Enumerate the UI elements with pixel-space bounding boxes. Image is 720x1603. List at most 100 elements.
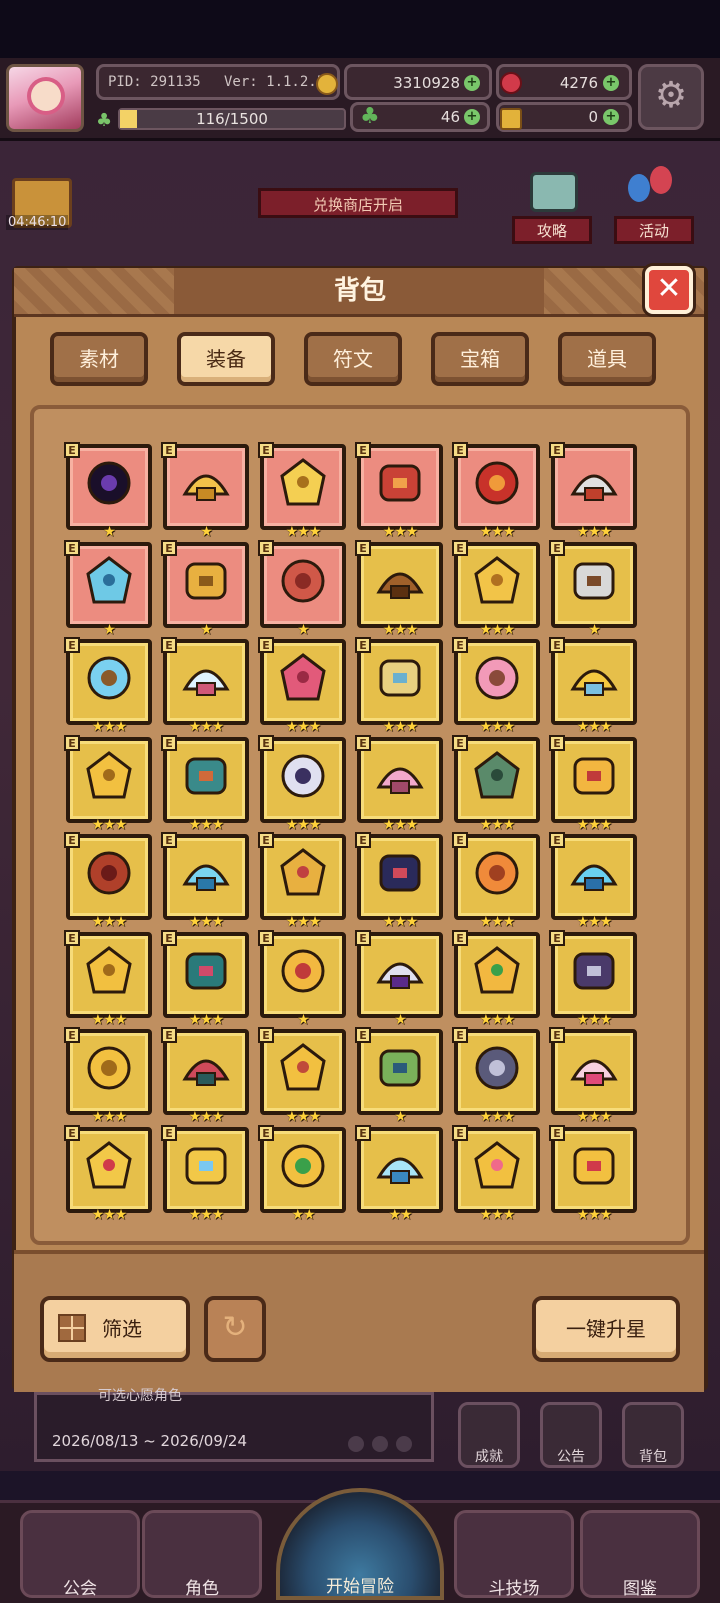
battle-axe-icon (570, 474, 618, 502)
equipment-slot[interactable]: E ★ (258, 540, 346, 638)
filter-button[interactable]: 筛选 (40, 1296, 190, 1362)
status-bar-area (0, 0, 720, 58)
equipment-slot[interactable]: E ★ (161, 540, 249, 638)
equipment-slot[interactable]: E ★★★ (161, 930, 249, 1028)
equipment-slot[interactable]: E ★★★ (452, 1125, 540, 1223)
key-icon (500, 108, 522, 130)
gold-crown-icon (570, 669, 618, 697)
crystal-wand-icon (182, 669, 230, 697)
exchange-shop-banner[interactable]: 兑换商店开启 (258, 188, 458, 218)
star-rating: ★★★ (576, 1207, 613, 1223)
star-rating: ★★★ (285, 524, 322, 540)
equipment-slot[interactable]: E ★★★ (549, 1027, 637, 1125)
star-rating: ★ (394, 1109, 407, 1125)
red-armor-icon (87, 851, 131, 895)
equipment-slot[interactable]: E ★★★ (549, 442, 637, 540)
star-rating: ★★★ (576, 914, 613, 930)
equipment-slot[interactable]: E ★★★ (161, 637, 249, 735)
add-clover-icon[interactable]: + (464, 109, 480, 125)
grid-filter-icon (58, 1314, 86, 1342)
equipment-slot[interactable]: E ★★★ (355, 442, 443, 540)
equipment-slot[interactable]: E ★ (549, 540, 637, 638)
winged-helm-icon (281, 754, 325, 798)
star-rating: ★★★ (479, 524, 516, 540)
star-rating: ★ (394, 1012, 407, 1028)
event-card[interactable] (34, 1392, 434, 1462)
iron-boots-icon (475, 1046, 519, 1090)
key-amount: 0 (588, 108, 598, 126)
equipment-slot[interactable]: E ★★★ (452, 637, 540, 735)
settings-gear-icon[interactable]: ⚙ (638, 64, 704, 130)
equipment-slot[interactable]: E ★★★ (355, 637, 443, 735)
star-rating: ★★★ (576, 719, 613, 735)
equipment-slot[interactable]: E ★★★ (64, 637, 152, 735)
close-icon[interactable]: ✕ (645, 266, 693, 314)
add-gem-icon[interactable]: + (603, 75, 619, 91)
equip-tag: E (161, 1027, 177, 1043)
star-rating: ★★★ (188, 914, 225, 930)
add-key-icon[interactable]: + (603, 109, 619, 125)
bag-side-label: 背包 (639, 1449, 667, 1465)
equipment-slot[interactable]: E ★★ (355, 1125, 443, 1223)
tab-items[interactable]: 道具 (558, 332, 656, 386)
player-avatar[interactable] (6, 64, 84, 132)
equipment-slot[interactable]: E ★★★ (258, 442, 346, 540)
equipment-slot[interactable]: E ★★★ (452, 832, 540, 930)
star-rating: ★★★ (91, 719, 128, 735)
equipment-slot[interactable]: E ★★★ (161, 1027, 249, 1125)
equipment-slot[interactable]: E ★★★ (161, 1125, 249, 1223)
equipment-slot[interactable]: E ★★★ (355, 832, 443, 930)
tab-chests[interactable]: 宝箱 (431, 332, 529, 386)
add-gold-icon[interactable]: + (464, 75, 480, 91)
balloon-icon (628, 174, 650, 202)
equipment-slot[interactable]: E ★★★ (258, 1027, 346, 1125)
equipment-slot[interactable]: E ★★★ (258, 637, 346, 735)
equipment-slot[interactable]: E ★ (355, 1027, 443, 1125)
equipment-slot[interactable]: E ★ (258, 930, 346, 1028)
equipment-slot[interactable]: E ★★★ (549, 1125, 637, 1223)
equipment-slot[interactable]: E ★★★ (64, 735, 152, 833)
equipment-slot[interactable]: E ★★★ (452, 930, 540, 1028)
equipment-slot[interactable]: E ★★★ (549, 735, 637, 833)
equipment-slot[interactable]: E ★ (64, 442, 152, 540)
equip-tag: E (355, 735, 371, 751)
refresh-icon[interactable]: ↻ (204, 1296, 266, 1362)
version-text: Ver: 1.1.2.5 (224, 74, 326, 90)
tab-runes[interactable]: 符文 (304, 332, 402, 386)
equipment-slot[interactable]: E ★★★ (258, 735, 346, 833)
activity-button[interactable]: 活动 (614, 216, 694, 244)
equip-tag: E (549, 637, 565, 653)
equipment-slot[interactable]: E ★★★ (355, 735, 443, 833)
one-click-star-up-button[interactable]: 一键升星 (532, 1296, 680, 1362)
equipment-slot[interactable]: E ★★★ (161, 735, 249, 833)
equipment-slot[interactable]: E ★ (161, 442, 249, 540)
strategy-button[interactable]: 攻略 (512, 216, 592, 244)
achievement-label: 成就 (475, 1449, 503, 1465)
equipment-slot[interactable]: E ★★★ (64, 832, 152, 930)
equipment-slot[interactable]: E ★★★ (549, 930, 637, 1028)
equip-tag: E (452, 637, 468, 653)
equip-tag: E (258, 832, 274, 848)
equipment-slot[interactable]: E ★★★ (452, 442, 540, 540)
equipment-slot[interactable]: E ★★★ (64, 1125, 152, 1223)
tab-equipment[interactable]: 装备 (177, 332, 275, 386)
equipment-slot[interactable]: E ★★★ (549, 637, 637, 735)
equipment-slot[interactable]: E ★★★ (549, 832, 637, 930)
equipment-slot[interactable]: E ★★★ (452, 1027, 540, 1125)
gold-belt-icon (86, 946, 132, 994)
equip-tag: E (64, 930, 80, 946)
equipment-slot[interactable]: E ★★★ (258, 832, 346, 930)
equipment-slot[interactable]: E ★★★ (355, 540, 443, 638)
star-rating: ★★★ (479, 622, 516, 638)
equipment-slot[interactable]: E ★ (64, 540, 152, 638)
equipment-slot[interactable]: E ★ (355, 930, 443, 1028)
gold-ring-crown-icon (86, 751, 132, 799)
equipment-slot[interactable]: E ★★ (258, 1125, 346, 1223)
equipment-slot[interactable]: E ★★★ (64, 930, 152, 1028)
equipment-slot[interactable]: E ★★★ (452, 540, 540, 638)
clover-amount: 46 (440, 108, 460, 126)
tab-materials[interactable]: 素材 (50, 332, 148, 386)
equipment-slot[interactable]: E ★★★ (64, 1027, 152, 1125)
equipment-slot[interactable]: E ★★★ (161, 832, 249, 930)
equipment-slot[interactable]: E ★★★ (452, 735, 540, 833)
